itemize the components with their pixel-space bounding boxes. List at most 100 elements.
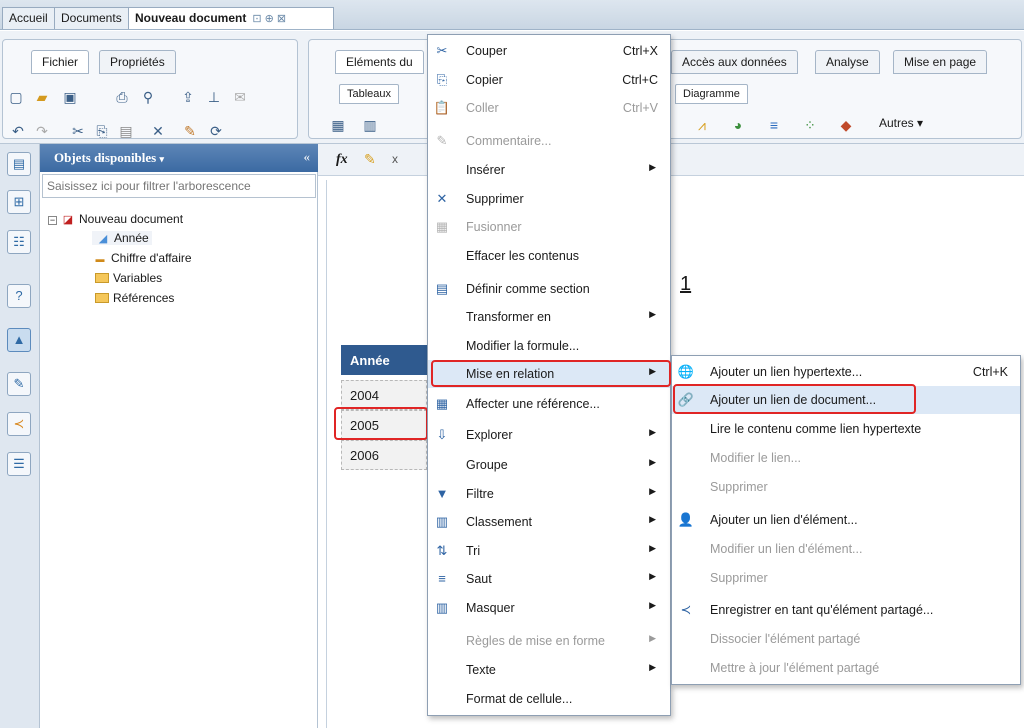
menu-item-effacer-les-contenus[interactable]: Effacer les contenus xyxy=(428,242,670,270)
comments-icon[interactable]: ☰ xyxy=(7,452,31,476)
menu-item-format-de-cellule[interactable]: Format de cellule... xyxy=(428,685,670,713)
collapse-panel-icon[interactable]: « xyxy=(304,149,311,165)
menu-item-copier[interactable]: ⎘ Copier Ctrl+C xyxy=(428,66,670,94)
menu-item-regles-de-mise-en-forme[interactable]: Règles de mise en forme ▶ xyxy=(428,627,670,655)
menu-item-affecter-une-reference[interactable]: ▦ Affecter une référence... xyxy=(428,390,670,418)
filter-input[interactable] xyxy=(42,174,316,198)
publish-icon[interactable]: ⊥ xyxy=(205,88,223,106)
menu-item-enregistrer-en-tant-qu-element-partage[interactable]: ≺ Enregistrer en tant qu'élément partagé.… xyxy=(672,596,1020,624)
supprimer-icon xyxy=(677,569,695,587)
redo-icon[interactable]: ↷ xyxy=(33,122,51,140)
table-icon[interactable]: ▦ xyxy=(329,116,347,134)
formula-editor-icon[interactable]: ✎ xyxy=(364,151,376,168)
crosstab-icon[interactable]: ▥ xyxy=(361,116,379,134)
scatter-chart-icon[interactable]: ⁘ xyxy=(801,116,819,134)
export-icon[interactable]: ⇪ xyxy=(179,88,197,106)
menu-item-mettre-a-jour-l-element-partage[interactable]: Mettre à jour l'élément partagé xyxy=(672,654,1020,682)
menu-item-transformer-en[interactable]: Transformer en ▶ xyxy=(428,303,670,331)
table-row[interactable]: 2004 xyxy=(341,380,427,410)
fx-icon[interactable]: fx xyxy=(336,152,348,168)
tab-documents[interactable]: Documents xyxy=(54,7,129,29)
shared-elements-icon[interactable]: ≺ xyxy=(7,412,31,436)
menu-item-supprimer[interactable]: ✕ Supprimer xyxy=(428,185,670,213)
refresh-icon[interactable]: ⟳ xyxy=(207,122,225,140)
collapse-node-icon[interactable]: − xyxy=(48,216,57,225)
menu-item-label: Transformer en xyxy=(466,310,551,324)
menu-item-supprimer[interactable]: Supprimer xyxy=(672,564,1020,592)
new-document-icon[interactable]: ▢ xyxy=(7,88,25,106)
tab-fichier[interactable]: Fichier xyxy=(31,50,90,74)
menu-item-ajouter-un-lien-hypertexte[interactable]: 🌐 Ajouter un lien hypertexte... Ctrl+K xyxy=(672,358,1020,386)
menu-item-label: Masquer xyxy=(466,601,515,615)
mail-icon[interactable]: ✉ xyxy=(231,88,249,106)
copy-icon[interactable]: ⎘ xyxy=(93,122,111,140)
tab-accueil[interactable]: Accueil xyxy=(2,7,55,29)
menu-item-groupe[interactable]: Groupe ▶ xyxy=(428,451,670,479)
others-button[interactable]: Autres ▾ xyxy=(879,116,923,130)
tab-mise-en-page[interactable]: Mise en page xyxy=(893,50,988,74)
tree-root[interactable]: − ◪ Nouveau document xyxy=(48,212,183,226)
menu-item-texte[interactable]: Texte ▶ xyxy=(428,656,670,684)
delete-icon[interactable]: ✕ xyxy=(149,122,167,140)
tree-item-references[interactable]: Références xyxy=(95,291,174,305)
tab-nouveau-document[interactable]: Nouveau document ⊡ ⊕ ⊠ xyxy=(128,7,334,29)
find-icon[interactable]: ⚲ xyxy=(139,88,157,106)
menu-item-inserer[interactable]: Insérer ▶ xyxy=(428,156,670,184)
tab-analyse[interactable]: Analyse xyxy=(815,50,880,74)
menu-item-label: Définir comme section xyxy=(466,282,590,296)
document-structure-icon[interactable]: ▤ xyxy=(7,152,31,176)
menu-item-ajouter-un-lien-d-element[interactable]: 👤 Ajouter un lien d'élément... xyxy=(672,506,1020,534)
menu-item-explorer[interactable]: ⇩ Explorer ▶ xyxy=(428,421,670,449)
bar-chart-icon[interactable]: ≡ xyxy=(765,116,783,134)
available-objects-icon[interactable]: ▲ xyxy=(7,328,31,352)
menu-item-coller[interactable]: 📋 Coller Ctrl+V xyxy=(428,94,670,122)
menu-item-commentaire[interactable]: ✎ Commentaire... xyxy=(428,127,670,155)
map-chart-icon[interactable]: ◆ xyxy=(837,116,855,134)
menu-item-modifier-la-formule[interactable]: Modifier la formule... xyxy=(428,332,670,360)
chevron-down-icon[interactable]: ▾ xyxy=(159,154,164,164)
menu-item-filtre[interactable]: ▼ Filtre ▶ xyxy=(428,480,670,508)
menu-item-classement[interactable]: ▥ Classement ▶ xyxy=(428,508,670,536)
navigation-map-icon[interactable]: ⊞ xyxy=(7,190,31,214)
menu-item-lire-le-contenu-comme-lien-hypertexte[interactable]: Lire le contenu comme lien hypertexte xyxy=(672,415,1020,443)
undo-icon[interactable]: ↶ xyxy=(9,122,27,140)
line-chart-icon[interactable]: ⩘ xyxy=(693,116,711,134)
tree-item-variables[interactable]: Variables xyxy=(95,271,162,285)
table-header-annee[interactable]: Année xyxy=(341,345,427,375)
cancel-formula-icon[interactable]: x xyxy=(392,152,398,166)
paste-icon[interactable]: ▤ xyxy=(117,122,135,140)
pie-chart-icon[interactable]: ◕ xyxy=(729,116,747,134)
query-icon[interactable]: ✎ xyxy=(7,372,31,396)
menu-item-masquer[interactable]: ▥ Masquer ▶ xyxy=(428,594,670,622)
cut-icon[interactable]: ✂ xyxy=(69,122,87,140)
open-folder-icon[interactable]: ▰ xyxy=(33,88,51,106)
save-icon[interactable]: ▣ xyxy=(61,88,79,106)
menu-item-tri[interactable]: ⇅ Tri ▶ xyxy=(428,537,670,565)
help-icon[interactable]: ? xyxy=(7,284,31,308)
tree-item-annee[interactable]: ◢ Année xyxy=(92,231,152,245)
table-row[interactable]: 2006 xyxy=(341,440,427,470)
tab-acces-donnees[interactable]: Accès aux données xyxy=(671,50,798,74)
input-controls-icon[interactable]: ☷ xyxy=(7,230,31,254)
modifier-le-lien-icon xyxy=(677,449,695,467)
tab-proprietes[interactable]: Propriétés xyxy=(99,50,176,74)
submenu-arrow-icon: ▶ xyxy=(649,486,656,496)
menu-item-supprimer[interactable]: Supprimer xyxy=(672,473,1020,501)
print-icon[interactable]: ⎙ xyxy=(113,88,131,106)
menu-item-modifier-un-lien-d-element[interactable]: Modifier un lien d'élément... xyxy=(672,535,1020,563)
menu-item-definir-comme-section[interactable]: ▤ Définir comme section xyxy=(428,275,670,303)
menu-item-label: Fusionner xyxy=(466,220,522,234)
tree-item-chiffre[interactable]: ▬ Chiffre d'affaire xyxy=(92,251,192,265)
report-title[interactable]: 1 xyxy=(680,273,691,296)
supprimer-icon: ✕ xyxy=(436,191,448,206)
menu-item-dissocier-l-element-partage[interactable]: Dissocier l'élément partagé xyxy=(672,625,1020,653)
menu-item-couper[interactable]: ✂ Couper Ctrl+X xyxy=(428,37,670,65)
menu-item-saut[interactable]: ≡ Saut ▶ xyxy=(428,565,670,593)
subtab-diagramme[interactable]: Diagramme xyxy=(675,84,748,104)
menu-item-fusionner[interactable]: ▦ Fusionner xyxy=(428,213,670,241)
subtab-tableaux[interactable]: Tableaux xyxy=(339,84,400,104)
edit-icon[interactable]: ✎ xyxy=(181,122,199,140)
tab-controls-icon[interactable]: ⊡ ⊕ ⊠ xyxy=(252,13,286,25)
menu-item-modifier-le-lien[interactable]: Modifier le lien... xyxy=(672,444,1020,472)
tab-elements[interactable]: Eléments du xyxy=(335,50,424,74)
